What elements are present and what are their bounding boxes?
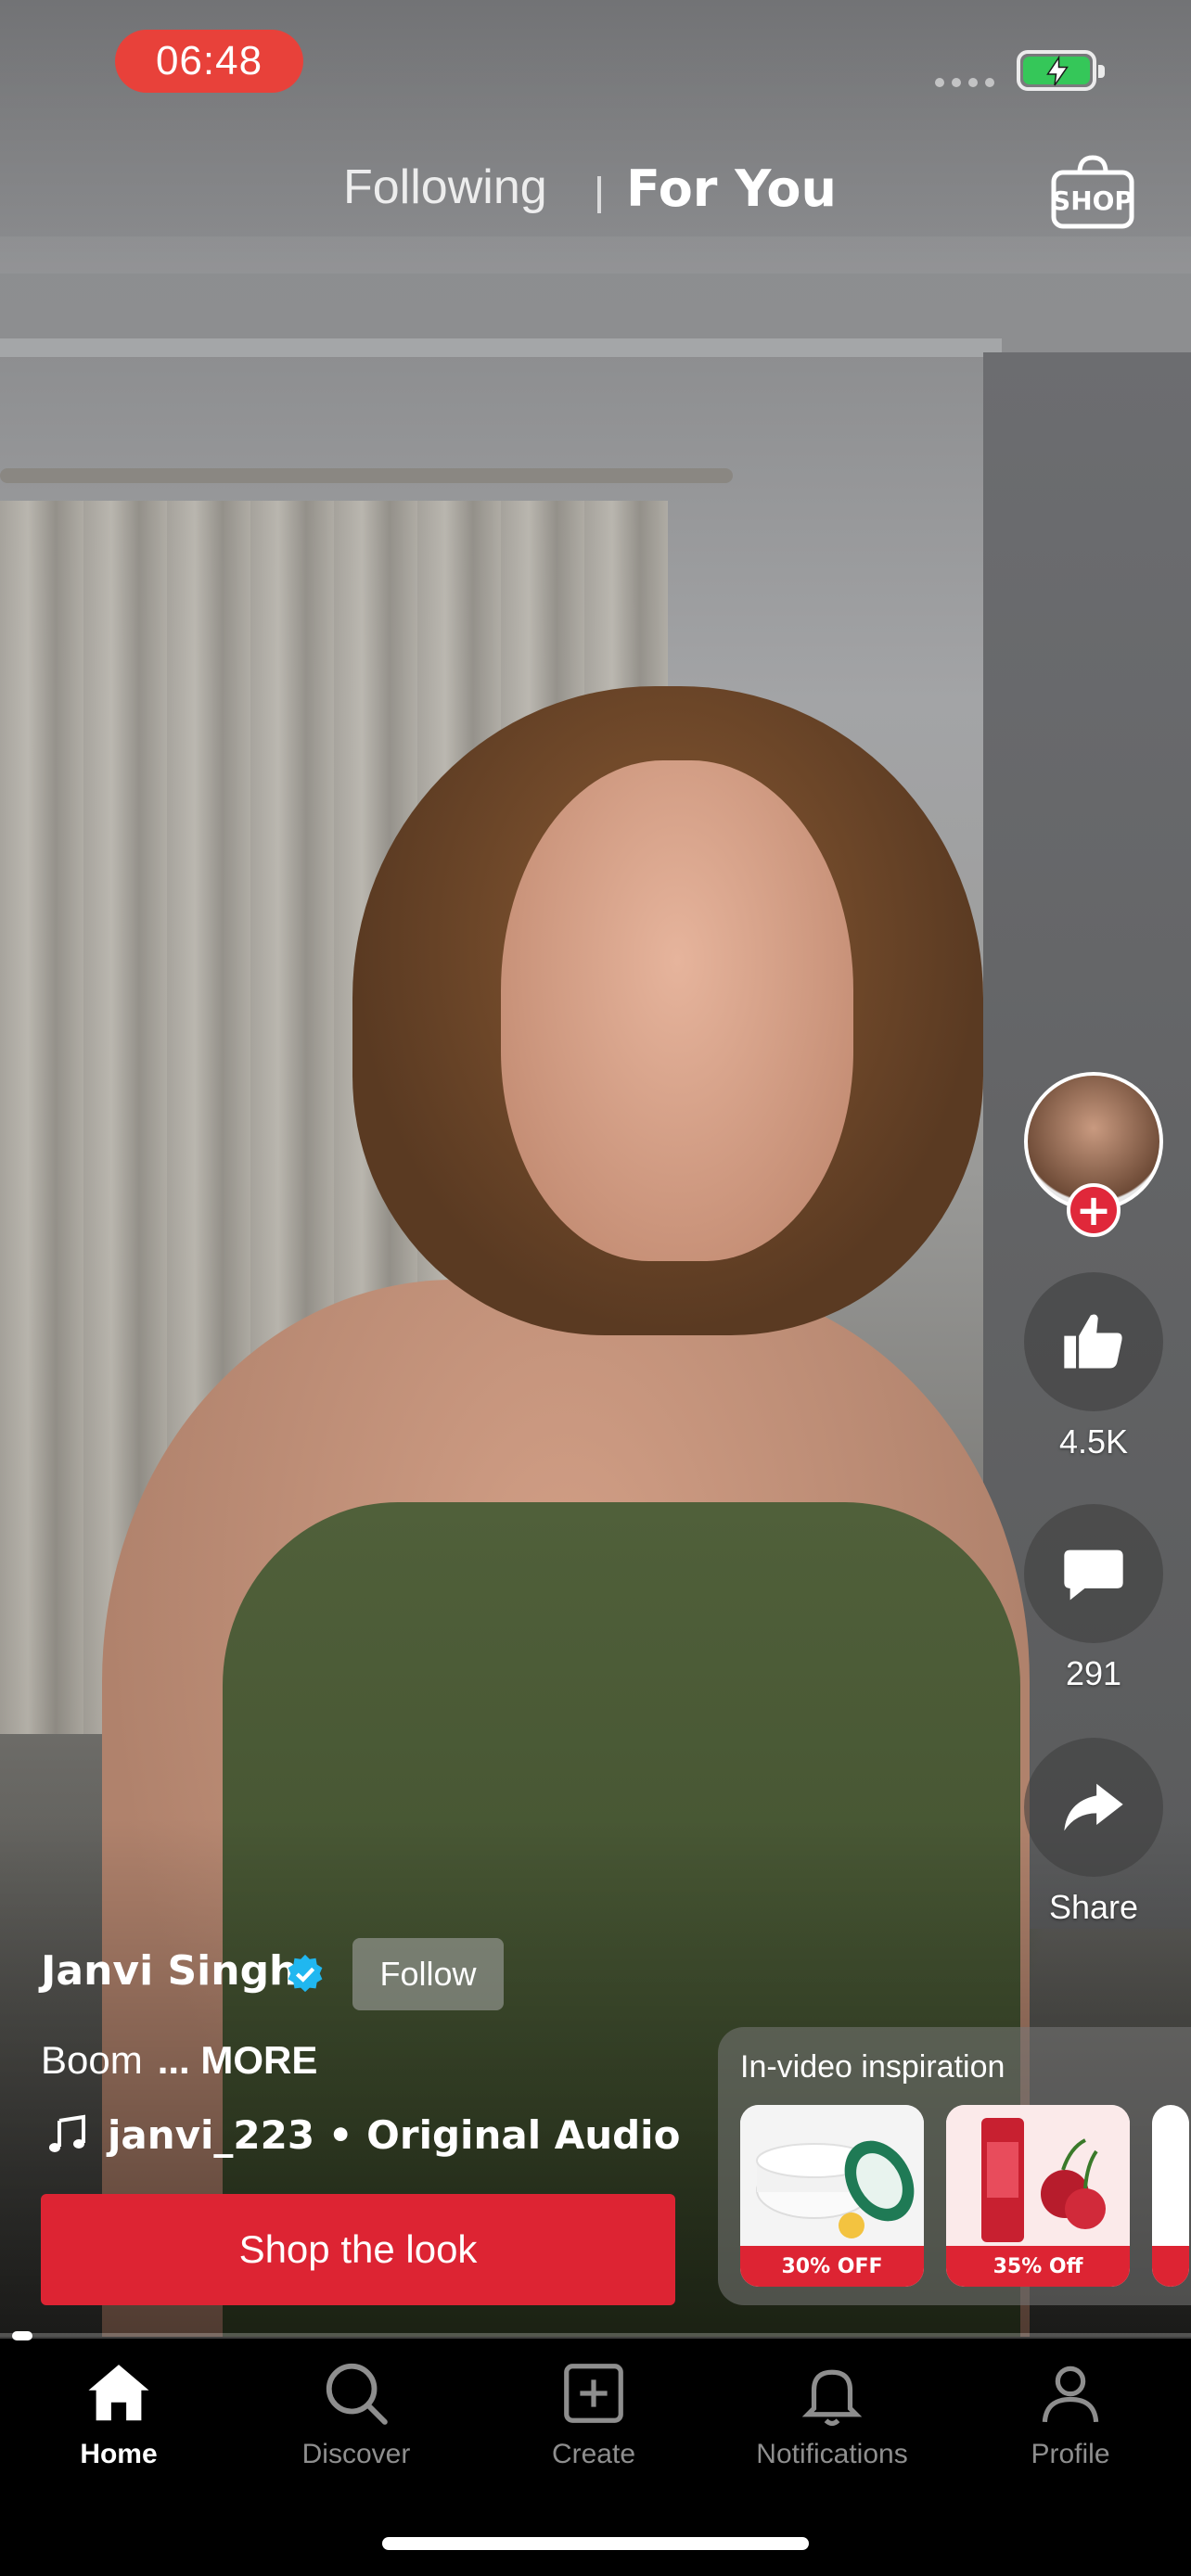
like-count: 4.5K [1058,1422,1129,1460]
creator-name[interactable]: Janvi Singh [41,1947,298,1995]
feed-tabs: Following For You [0,159,1191,234]
home-icon [88,2365,149,2421]
create-icon [564,2364,623,2423]
comment-count: 291 [1065,1654,1122,1692]
tab-following[interactable]: Following [343,159,547,215]
nav-notifications[interactable]: Notifications [721,2357,943,2470]
shop-the-look-button[interactable]: Shop the look [41,2194,675,2305]
caption-text: Boom [41,2038,143,2082]
share-button[interactable] [1024,1738,1163,1877]
video-progress-bar[interactable] [0,2331,1191,2340]
inspiration-title: In-video inspiration [740,2049,1005,2085]
nav-profile[interactable]: Profile [959,2357,1182,2470]
product-card[interactable]: 35% Off [946,2105,1130,2287]
discount-tag: 35% Off [946,2246,1130,2287]
search-icon [326,2363,388,2425]
caption-more[interactable]: ... MORE [158,2038,318,2082]
discount-tag: 30% OFF [740,2246,924,2287]
comment-icon [1064,1549,1123,1600]
home-indicator[interactable] [382,2537,809,2550]
nav-discover[interactable]: Discover [245,2357,467,2470]
comment-button[interactable] [1024,1504,1163,1643]
profile-icon [1042,2366,1099,2423]
product-card[interactable] [1152,2105,1189,2287]
status-time: 06:48 [115,30,303,93]
thumbs-up-icon [1064,1314,1122,1369]
bell-icon [801,2369,863,2427]
share-arrow-icon [1064,1783,1123,1831]
follow-button[interactable]: Follow [352,1938,504,2010]
tab-for-you[interactable]: For You [626,159,837,218]
nav-label: Home [80,2439,158,2469]
audio-info[interactable]: janvi_223 • Original Audio [45,2112,680,2158]
nav-label: Create [551,2439,636,2469]
verified-badge-icon [288,1954,323,1993]
audio-label: janvi_223 • Original Audio [108,2112,681,2158]
nav-home[interactable]: Home [7,2357,230,2470]
follow-plus-icon[interactable]: + [1067,1183,1121,1237]
door-frame [0,338,1002,357]
in-video-inspiration-panel[interactable]: In-video inspiration 30% OFF 35% Off [718,2027,1191,2305]
tab-divider [597,176,601,213]
lip-balm-image [946,2105,1130,2246]
music-note-icon [49,2114,85,2152]
person-face [501,760,853,1261]
progress-knob[interactable] [11,2331,32,2340]
nav-create[interactable]: Create [482,2357,705,2470]
video-caption[interactable]: Boom ... MORE [41,2038,317,2083]
shop-label: SHOP [1052,185,1133,216]
signal-dots-icon [935,78,994,87]
cream-jar-image [740,2105,924,2246]
curtain-rod [0,468,733,483]
battery-charging-icon [1017,50,1105,91]
discount-tag [1152,2246,1189,2287]
share-label: Share [1048,1888,1139,1926]
product-card[interactable]: 30% OFF [740,2105,924,2287]
nav-label: Notifications [756,2439,908,2469]
like-button[interactable] [1024,1272,1163,1411]
nav-label: Discover [301,2439,411,2469]
shop-bag-icon[interactable]: SHOP [1048,148,1137,237]
nav-label: Profile [1031,2439,1110,2469]
